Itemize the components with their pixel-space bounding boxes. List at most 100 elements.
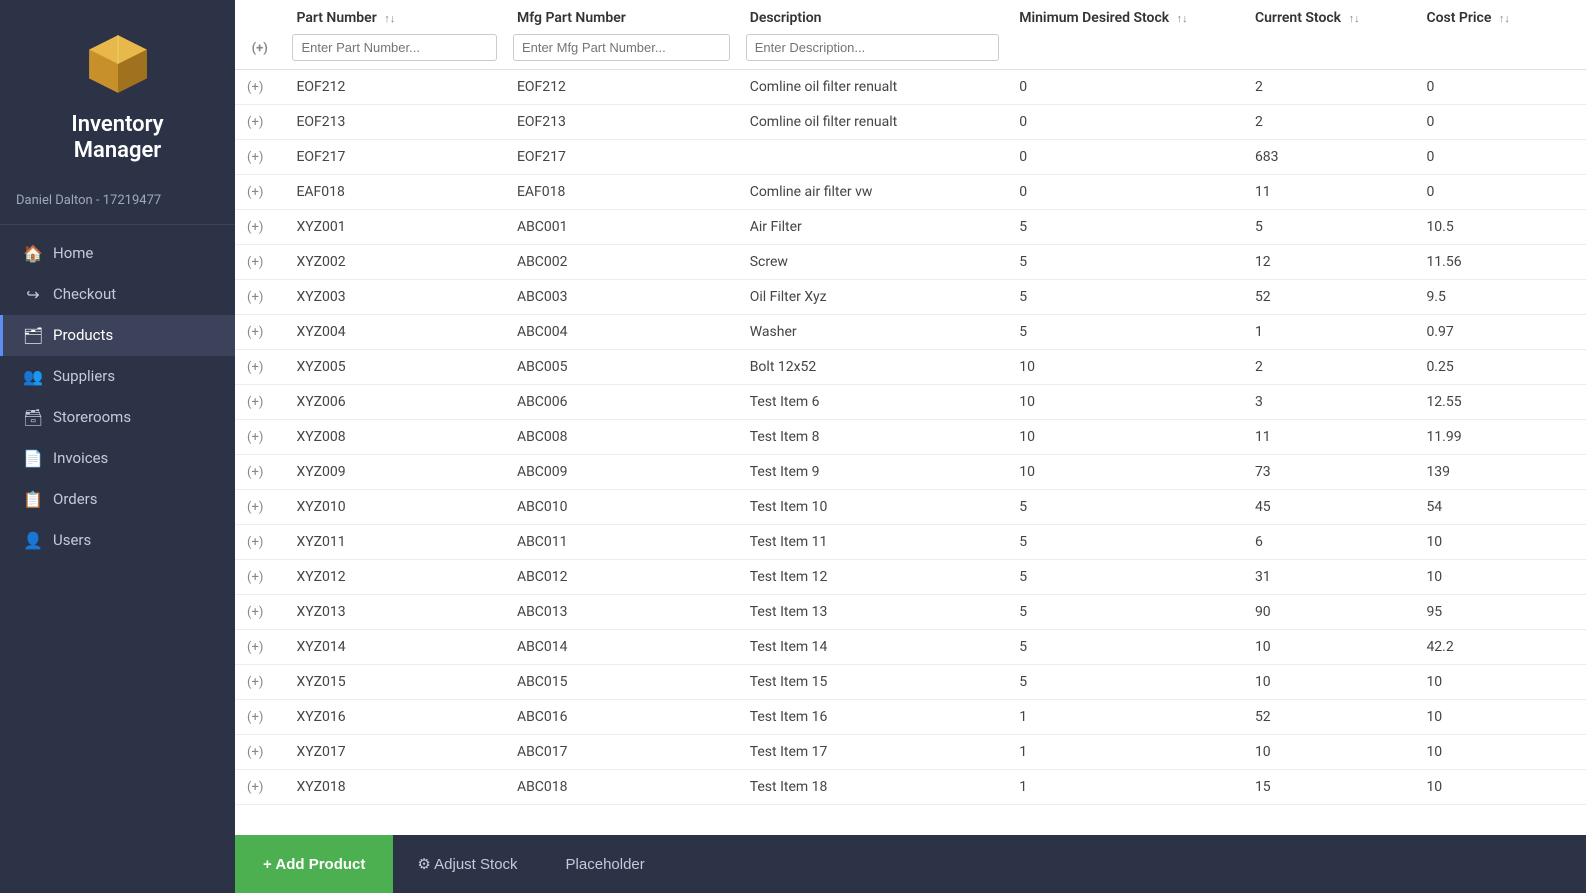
row-current-stock: 2 [1243,350,1415,385]
row-mfg-part-number: ABC003 [505,280,738,315]
row-expand-btn[interactable]: (+) [235,420,284,455]
sidebar-item-storerooms[interactable]: 🗃 Storerooms [0,397,235,438]
sidebar-item-orders[interactable]: 📋 Orders [0,479,235,520]
table-row[interactable]: (+) EOF213 EOF213 Comline oil filter ren… [235,105,1586,140]
row-part-number: XYZ012 [284,560,505,595]
filter-mfg-part-input[interactable] [513,34,730,61]
sidebar-item-checkout[interactable]: ↪ Checkout [0,274,235,315]
table-row[interactable]: (+) XYZ004 ABC004 Washer 5 1 0.97 [235,315,1586,350]
col-header-expand [235,0,284,30]
table-row[interactable]: (+) XYZ013 ABC013 Test Item 13 5 90 95 [235,595,1586,630]
row-expand-btn[interactable]: (+) [235,490,284,525]
row-expand-btn[interactable]: (+) [235,665,284,700]
row-min-desired-stock: 5 [1007,210,1243,245]
row-expand-btn[interactable]: (+) [235,245,284,280]
box-icon [82,28,154,100]
filter-mfg-part-cell [505,30,738,70]
row-expand-btn[interactable]: (+) [235,700,284,735]
sidebar-nav: 🏠 Home↪ Checkout🗂 Products👥 Suppliers🗃 S… [0,233,235,893]
row-part-number: XYZ011 [284,525,505,560]
table-row[interactable]: (+) XYZ008 ABC008 Test Item 8 10 11 11.9… [235,420,1586,455]
row-min-desired-stock: 10 [1007,420,1243,455]
row-expand-btn[interactable]: (+) [235,455,284,490]
sidebar-item-suppliers[interactable]: 👥 Suppliers [0,356,235,397]
row-min-desired-stock: 5 [1007,560,1243,595]
row-cost-price: 10 [1414,665,1586,700]
table-row[interactable]: (+) XYZ018 ABC018 Test Item 18 1 15 10 [235,770,1586,805]
table-row[interactable]: (+) XYZ014 ABC014 Test Item 14 5 10 42.2 [235,630,1586,665]
table-row[interactable]: (+) XYZ003 ABC003 Oil Filter Xyz 5 52 9.… [235,280,1586,315]
sidebar-item-products[interactable]: 🗂 Products [0,315,235,356]
sidebar-item-users[interactable]: 👤 Users [0,520,235,561]
adjust-stock-button[interactable]: ⚙ Adjust Stock [393,835,541,893]
add-row-btn[interactable]: (+) [252,41,268,56]
table-row[interactable]: (+) EOF212 EOF212 Comline oil filter ren… [235,70,1586,105]
filter-part-number-input[interactable] [292,34,497,61]
row-part-number: XYZ005 [284,350,505,385]
row-expand-btn[interactable]: (+) [235,630,284,665]
row-mfg-part-number: ABC005 [505,350,738,385]
row-part-number: XYZ018 [284,770,505,805]
row-expand-btn[interactable]: (+) [235,315,284,350]
row-expand-btn[interactable]: (+) [235,210,284,245]
filter-description-input[interactable] [746,34,1000,61]
row-mfg-part-number: ABC001 [505,210,738,245]
sidebar-item-label-products: Products [53,326,113,344]
add-product-button[interactable]: + Add Product [235,835,393,893]
sidebar-item-home[interactable]: 🏠 Home [0,233,235,274]
sort-icon-cost[interactable]: ↑↓ [1499,12,1510,25]
row-expand-btn[interactable]: (+) [235,140,284,175]
row-description: Test Item 8 [738,420,1008,455]
col-header-part-number[interactable]: Part Number ↑↓ [284,0,505,30]
sidebar-item-invoices[interactable]: 📄 Invoices [0,438,235,479]
row-expand-btn[interactable]: (+) [235,280,284,315]
col-header-description: Description [738,0,1008,30]
row-expand-btn[interactable]: (+) [235,735,284,770]
row-expand-btn[interactable]: (+) [235,560,284,595]
row-expand-btn[interactable]: (+) [235,385,284,420]
table-row[interactable]: (+) XYZ011 ABC011 Test Item 11 5 6 10 [235,525,1586,560]
row-expand-btn[interactable]: (+) [235,525,284,560]
row-cost-price: 0.25 [1414,350,1586,385]
table-row[interactable]: (+) XYZ012 ABC012 Test Item 12 5 31 10 [235,560,1586,595]
products-table-wrapper[interactable]: Part Number ↑↓ Mfg Part Number Descripti… [235,0,1586,835]
row-expand-btn[interactable]: (+) [235,105,284,140]
filter-min-stock-cell [1007,30,1243,70]
row-min-desired-stock: 0 [1007,105,1243,140]
row-expand-btn[interactable]: (+) [235,70,284,105]
row-min-desired-stock: 5 [1007,525,1243,560]
placeholder-button[interactable]: Placeholder [542,835,669,893]
table-row[interactable]: (+) XYZ010 ABC010 Test Item 10 5 45 54 [235,490,1586,525]
row-expand-btn[interactable]: (+) [235,595,284,630]
row-part-number: XYZ013 [284,595,505,630]
table-row[interactable]: (+) XYZ005 ABC005 Bolt 12x52 10 2 0.25 [235,350,1586,385]
col-header-min-stock[interactable]: Minimum Desired Stock ↑↓ [1007,0,1243,30]
col-header-current-stock[interactable]: Current Stock ↑↓ [1243,0,1415,30]
row-expand-btn[interactable]: (+) [235,175,284,210]
sort-icon-min[interactable]: ↑↓ [1177,12,1188,25]
row-cost-price: 0 [1414,105,1586,140]
table-row[interactable]: (+) XYZ017 ABC017 Test Item 17 1 10 10 [235,735,1586,770]
row-cost-price: 54 [1414,490,1586,525]
row-expand-btn[interactable]: (+) [235,350,284,385]
row-min-desired-stock: 0 [1007,175,1243,210]
col-header-cost-price[interactable]: Cost Price ↑↓ [1414,0,1586,30]
row-current-stock: 5 [1243,210,1415,245]
sort-icon-part[interactable]: ↑↓ [384,12,395,25]
table-row[interactable]: (+) XYZ016 ABC016 Test Item 16 1 52 10 [235,700,1586,735]
sort-icon-stock[interactable]: ↑↓ [1349,12,1360,25]
row-description: Screw [738,245,1008,280]
table-row[interactable]: (+) XYZ015 ABC015 Test Item 15 5 10 10 [235,665,1586,700]
row-description: Comline air filter vw [738,175,1008,210]
row-expand-btn[interactable]: (+) [235,770,284,805]
table-row[interactable]: (+) EOF217 EOF217 0 683 0 [235,140,1586,175]
table-row[interactable]: (+) XYZ009 ABC009 Test Item 9 10 73 139 [235,455,1586,490]
table-row[interactable]: (+) XYZ002 ABC002 Screw 5 12 11.56 [235,245,1586,280]
table-row[interactable]: (+) XYZ006 ABC006 Test Item 6 10 3 12.55 [235,385,1586,420]
sidebar: InventoryManager Daniel Dalton - 1721947… [0,0,235,893]
sidebar-item-label-storerooms: Storerooms [53,408,131,426]
row-cost-price: 95 [1414,595,1586,630]
table-row[interactable]: (+) XYZ001 ABC001 Air Filter 5 5 10.5 [235,210,1586,245]
table-row[interactable]: (+) EAF018 EAF018 Comline air filter vw … [235,175,1586,210]
row-current-stock: 73 [1243,455,1415,490]
